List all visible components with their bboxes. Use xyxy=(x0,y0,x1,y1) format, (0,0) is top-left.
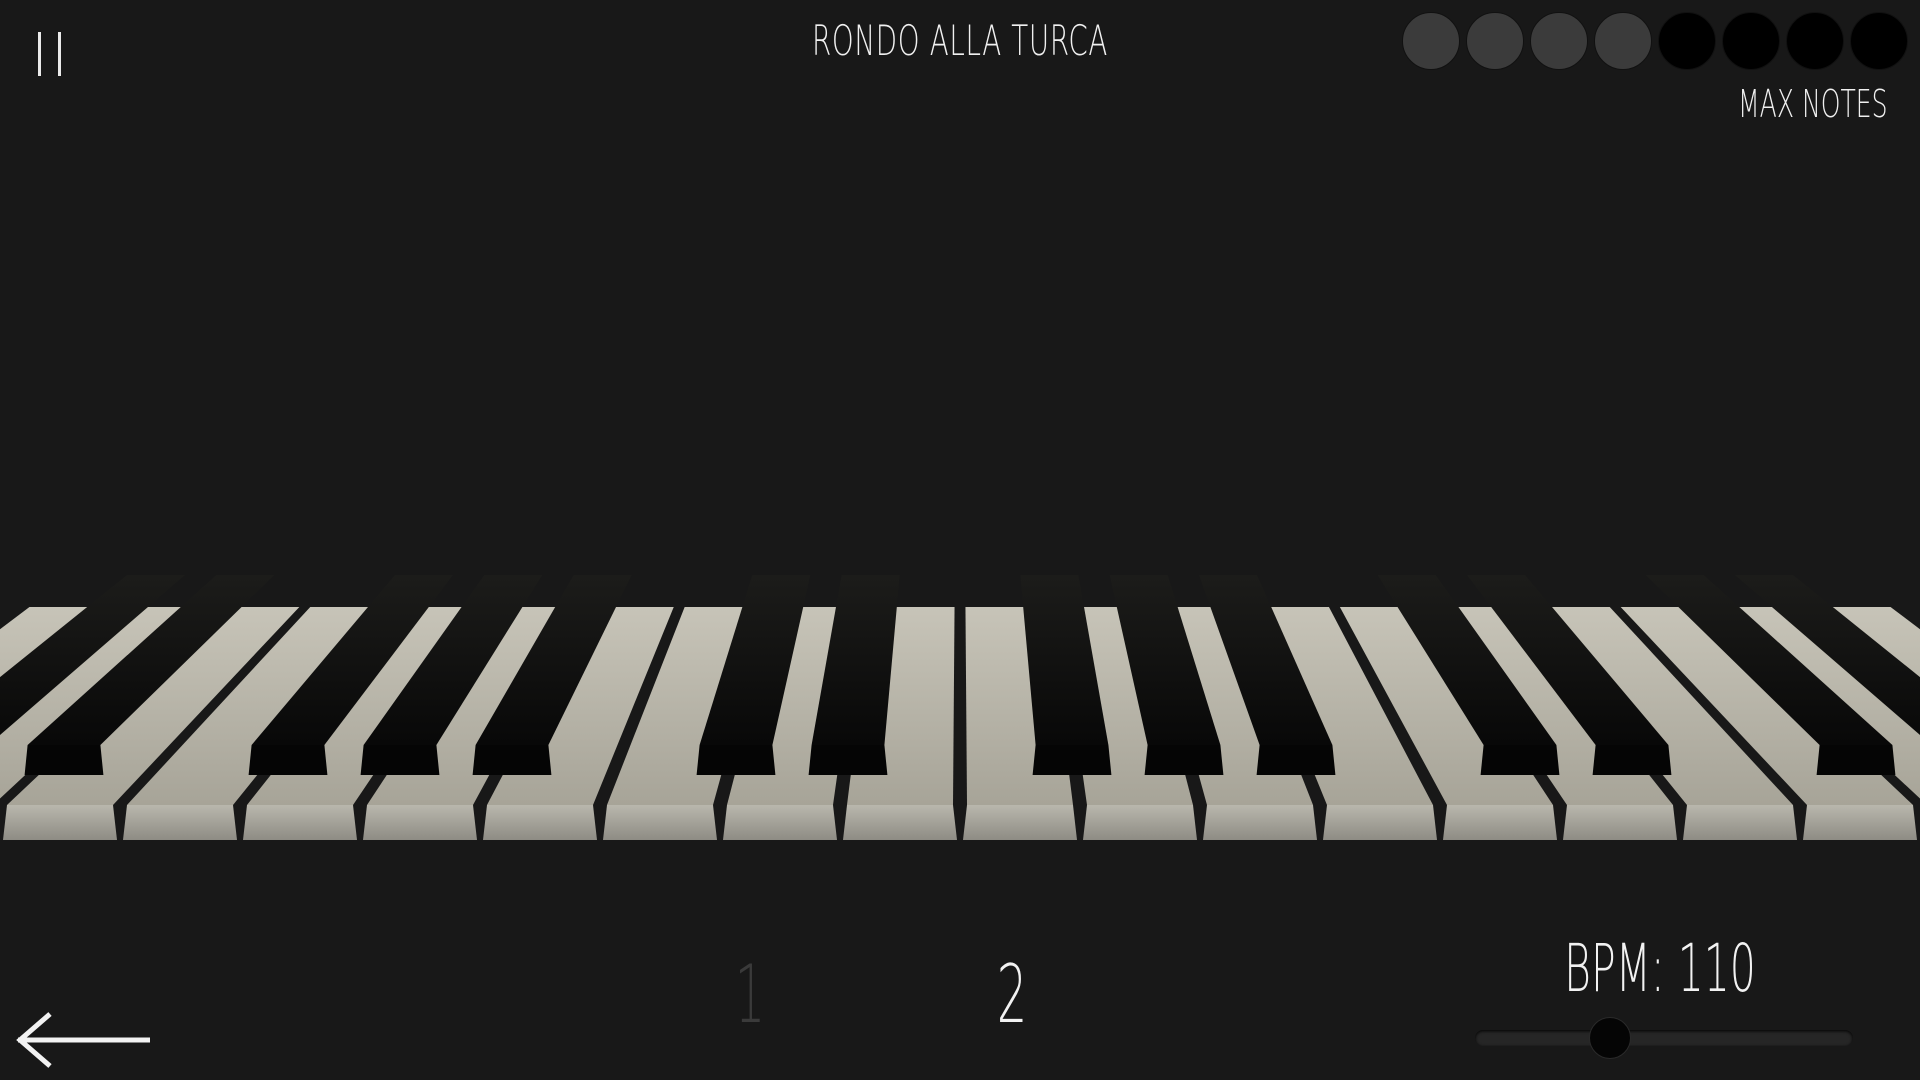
white-key-front[interactable] xyxy=(1803,805,1917,840)
black-key-front[interactable] xyxy=(1032,745,1112,775)
white-key-front[interactable] xyxy=(843,805,957,840)
white-key-front[interactable] xyxy=(1443,805,1557,840)
note-indicator-8 xyxy=(1850,12,1908,70)
note-indicator-2 xyxy=(1466,12,1524,70)
white-key-front[interactable] xyxy=(243,805,357,840)
pause-icon xyxy=(38,32,41,76)
black-key-front[interactable] xyxy=(472,745,552,775)
white-key-front[interactable] xyxy=(483,805,597,840)
white-key-front[interactable] xyxy=(963,805,1077,840)
white-key-front[interactable] xyxy=(723,805,837,840)
max-notes-indicators xyxy=(1402,12,1908,74)
white-key-front[interactable] xyxy=(1083,805,1197,840)
page-1-button[interactable]: 1 xyxy=(732,948,768,1041)
white-key-front[interactable] xyxy=(123,805,237,840)
note-indicator-5 xyxy=(1658,12,1716,70)
note-indicator-1 xyxy=(1402,12,1460,70)
black-key-front[interactable] xyxy=(1256,745,1336,775)
back-arrow-icon xyxy=(16,1012,150,1068)
black-key-front[interactable] xyxy=(1592,745,1672,775)
black-key-front[interactable] xyxy=(248,745,328,775)
black-key-front[interactable] xyxy=(808,745,888,775)
bpm-slider-knob[interactable] xyxy=(1589,1017,1631,1059)
page-2-button[interactable]: 2 xyxy=(994,948,1030,1041)
white-key-front[interactable] xyxy=(363,805,477,840)
black-key-front[interactable] xyxy=(1480,745,1560,775)
white-key-front[interactable] xyxy=(3,805,117,840)
white-key-front[interactable] xyxy=(1323,805,1437,840)
black-key-front[interactable] xyxy=(1816,745,1896,775)
black-key-front[interactable] xyxy=(24,745,104,775)
black-key-front[interactable] xyxy=(1144,745,1224,775)
white-key-front[interactable] xyxy=(1683,805,1797,840)
bpm-slider-track[interactable] xyxy=(1475,1030,1853,1046)
bpm-label: BPM: 110 xyxy=(1564,930,1756,1007)
white-key-front[interactable] xyxy=(603,805,717,840)
note-indicator-3 xyxy=(1530,12,1588,70)
note-indicator-4 xyxy=(1594,12,1652,70)
black-key-front[interactable] xyxy=(360,745,440,775)
note-indicator-6 xyxy=(1722,12,1780,70)
white-key-front[interactable] xyxy=(1203,805,1317,840)
back-button[interactable] xyxy=(14,1010,154,1070)
note-indicator-7 xyxy=(1786,12,1844,70)
max-notes-label: MAX NOTES xyxy=(1738,82,1888,126)
white-key-front[interactable] xyxy=(1563,805,1677,840)
pause-button[interactable] xyxy=(34,28,70,82)
bottom-controls: 1 2 BPM: 110 xyxy=(0,900,1920,1080)
piano-keyboard[interactable] xyxy=(0,555,1920,865)
black-key-front[interactable] xyxy=(696,745,776,775)
